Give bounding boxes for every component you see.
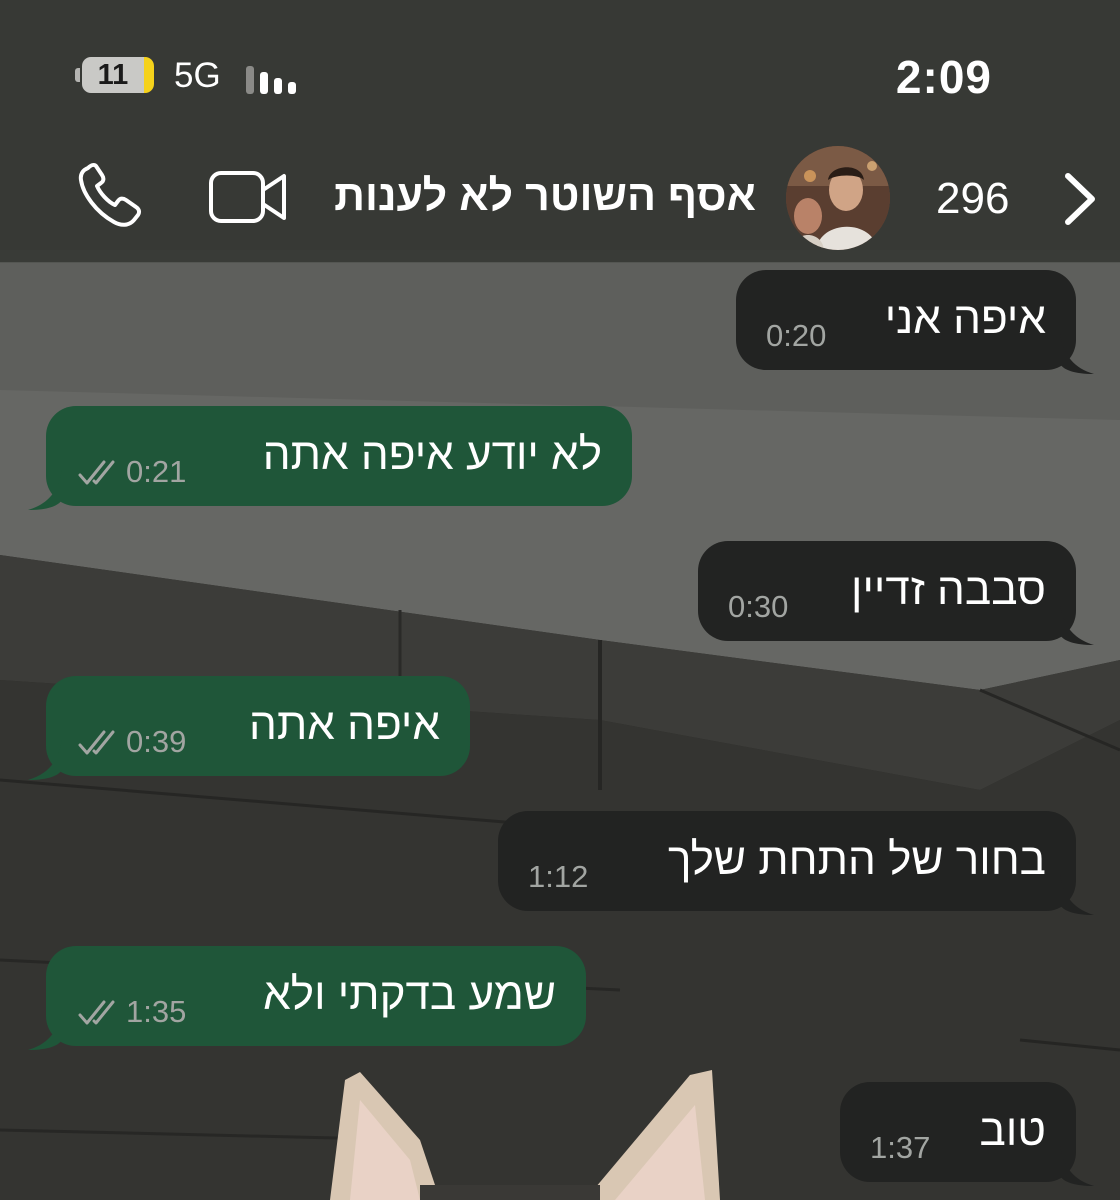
message-time: 0:39 <box>126 724 187 759</box>
message-text: שמע בדקתי ולא <box>263 970 556 1019</box>
contact-name[interactable]: אסף השוטר לא לענות <box>334 172 756 221</box>
unread-count-badge[interactable]: 296 <box>936 174 1009 224</box>
status-bar-time: 2:09 <box>895 51 992 103</box>
incoming-message[interactable]: איפה אני 0:20 <box>736 270 1094 374</box>
bubble-tail <box>1060 334 1094 374</box>
message-time: 1:37 <box>870 1130 931 1165</box>
message-time: 1:12 <box>528 859 589 894</box>
message-text: איפה אתה <box>248 700 440 749</box>
bubble-tail <box>1060 875 1094 915</box>
outgoing-message[interactable]: 1:35 שמע בדקתי ולא <box>28 946 586 1050</box>
message-text: איפה אני <box>884 294 1046 343</box>
battery-level: 11 <box>97 59 129 91</box>
read-receipt-icon <box>78 1000 115 1025</box>
bubble-tail <box>1060 605 1094 645</box>
message-text: סבבה זדיין <box>851 565 1046 614</box>
outgoing-message[interactable]: 0:21 לא יודע איפה אתה <box>28 406 632 510</box>
battery-indicator: 11 <box>75 57 155 93</box>
message-text: טוב <box>979 1106 1046 1155</box>
outgoing-message[interactable]: 0:39 איפה אתה <box>28 676 470 780</box>
contact-avatar[interactable] <box>786 146 890 250</box>
incoming-message[interactable]: סבבה זדיין 0:30 <box>698 541 1094 645</box>
message-time: 0:21 <box>126 454 187 489</box>
network-type: 5G <box>174 56 221 95</box>
voice-call-icon[interactable] <box>74 162 144 232</box>
message-time: 0:30 <box>728 589 789 624</box>
chat-header: 11 5G 2:09 אסף השוטר לא לענות 296 <box>0 0 1120 263</box>
bubble-tail <box>1060 1146 1094 1186</box>
read-receipt-icon <box>78 730 115 755</box>
signal-strength-icon <box>246 62 306 94</box>
incoming-message[interactable]: טוב 1:37 <box>840 1082 1094 1186</box>
message-time: 0:20 <box>766 318 827 353</box>
bubble-tail <box>28 740 62 780</box>
incoming-message[interactable]: בחור של התחת שלך 1:12 <box>498 811 1094 915</box>
message-text: בחור של התחת שלך <box>667 835 1046 884</box>
message-text: לא יודע איפה אתה <box>262 430 602 479</box>
read-receipt-icon <box>78 460 115 485</box>
avatar-photo <box>786 146 890 250</box>
bubble-tail <box>28 1010 62 1050</box>
back-chevron-icon[interactable] <box>1060 170 1100 228</box>
video-call-icon[interactable] <box>208 168 288 226</box>
message-list[interactable]: איפה אני 0:20 0:21 לא יודע איפה אתה סבבה… <box>0 262 1120 1200</box>
message-time: 1:35 <box>126 994 187 1029</box>
bubble-tail <box>28 470 62 510</box>
